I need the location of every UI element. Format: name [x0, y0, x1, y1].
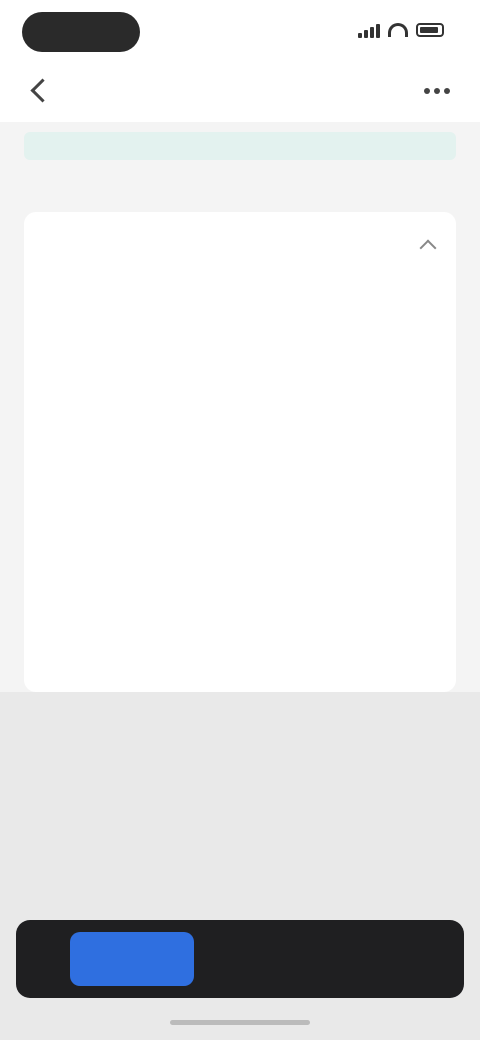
- list-item[interactable]: [24, 423, 456, 472]
- notice-banner: [24, 132, 456, 160]
- list-item[interactable]: [24, 570, 456, 619]
- signal-icon: [358, 22, 380, 38]
- toast-bar: [16, 920, 464, 998]
- list-item[interactable]: [24, 276, 456, 325]
- wifi-icon: [388, 23, 408, 37]
- toast-action-button[interactable]: [70, 932, 194, 986]
- more-icon[interactable]: [424, 88, 450, 94]
- card-header[interactable]: [24, 212, 456, 276]
- home-indicator: [170, 1020, 310, 1025]
- list-item[interactable]: [24, 472, 456, 521]
- chevron-left-icon[interactable]: [30, 78, 55, 103]
- status-bar: [0, 0, 480, 62]
- battery-icon: [416, 23, 444, 37]
- status-time: [22, 12, 140, 52]
- list-item[interactable]: [24, 521, 456, 570]
- list-item[interactable]: [24, 374, 456, 423]
- options-list: [24, 276, 456, 692]
- chevron-up-icon: [419, 239, 437, 257]
- list-item[interactable]: [24, 668, 456, 692]
- status-icons: [358, 18, 444, 42]
- options-card: [24, 212, 456, 692]
- list-item[interactable]: [24, 325, 456, 374]
- list-item[interactable]: [24, 619, 456, 668]
- navigation-bar: [0, 62, 480, 122]
